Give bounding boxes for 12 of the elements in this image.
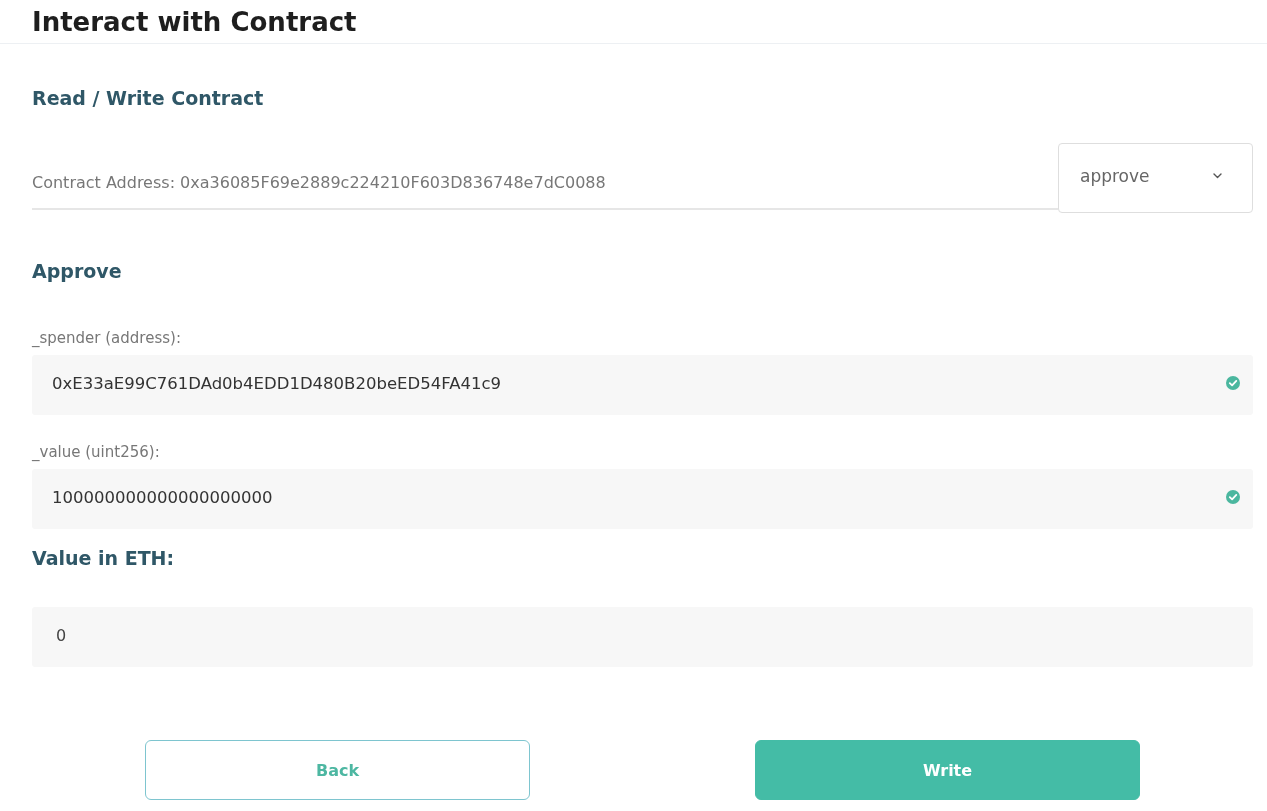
param-input[interactable]: 0xE33aE99C761DAd0b4EDD1D480B20beED54FA41c9 [32, 355, 1253, 415]
param-input[interactable]: 100000000000000000000 [32, 469, 1253, 529]
method-dropdown[interactable]: approve [1058, 143, 1253, 213]
value-label: Value in ETH: [32, 546, 176, 570]
chevron-down-icon [1213, 173, 1222, 179]
contract-address-field[interactable]: Contract Address: 0xa36085F69e2889c224210F603D836748e7dC0088 [32, 173, 1058, 210]
section-heading: Read / Write Contract [32, 86, 265, 110]
page-title: Interact with Contract [32, 5, 357, 38]
function-heading: Approve [32, 259, 123, 283]
param-label: _spender (address): [32, 328, 182, 348]
value-input[interactable]: 0 [32, 607, 1253, 667]
param-label: _value (uint256): [32, 442, 161, 462]
